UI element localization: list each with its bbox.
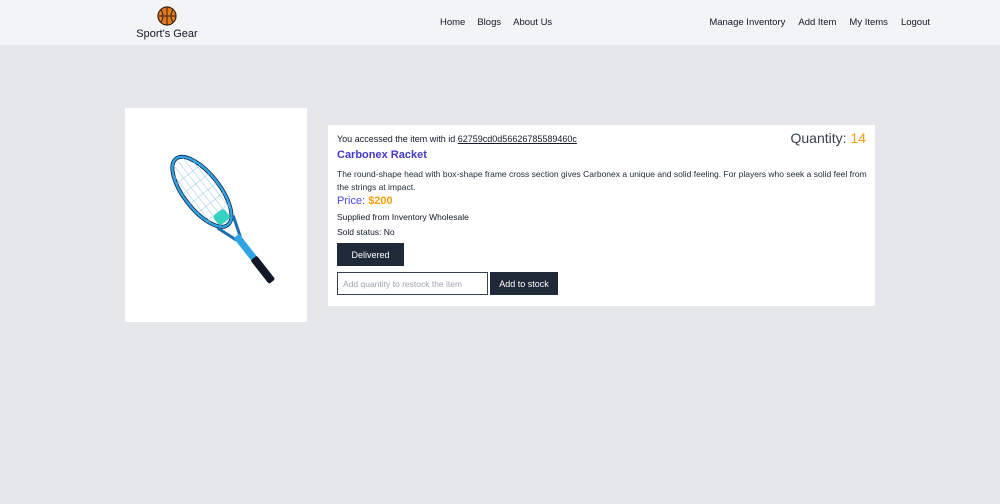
delivered-button[interactable]: Delivered bbox=[337, 243, 404, 266]
nav-link-logout[interactable]: Logout bbox=[901, 17, 930, 28]
nav-center-links: Home Blogs About Us bbox=[440, 0, 564, 45]
nav-link-blogs[interactable]: Blogs bbox=[477, 17, 501, 28]
nav-right-links: Manage Inventory Add Item My Items Logou… bbox=[696, 0, 930, 45]
item-id-link[interactable]: 62759cd0d56626785589460c bbox=[458, 134, 577, 144]
nav-link-add-item[interactable]: Add Item bbox=[798, 17, 836, 28]
tennis-racket-image bbox=[170, 154, 275, 284]
basketball-icon bbox=[157, 6, 177, 26]
access-prefix-text: You accessed the item with id bbox=[337, 134, 456, 144]
price-value: $200 bbox=[368, 195, 393, 207]
item-image-card bbox=[125, 108, 307, 322]
nav-link-manage-inventory[interactable]: Manage Inventory bbox=[709, 17, 785, 28]
brand-name: Sport's Gear bbox=[136, 28, 198, 40]
item-description: The round-shape head with box-shape fram… bbox=[337, 169, 867, 192]
quantity-display: Quantity: 14 bbox=[791, 130, 867, 146]
price-label: Price: bbox=[337, 195, 366, 207]
supplier-text: Supplied from Inventory Wholesale bbox=[337, 212, 469, 222]
quantity-value: 14 bbox=[850, 130, 866, 146]
brand-link[interactable]: Sport's Gear bbox=[130, 4, 204, 42]
sold-status-text: Sold status: No bbox=[337, 227, 395, 237]
restock-quantity-input[interactable] bbox=[337, 272, 488, 295]
item-title: Carbonex Racket bbox=[337, 149, 427, 161]
item-access-line: You accessed the item with id 62759cd0d5… bbox=[337, 134, 577, 144]
nav-link-my-items[interactable]: My Items bbox=[849, 17, 888, 28]
price-line: Price: $200 bbox=[337, 195, 393, 207]
nav-link-home[interactable]: Home bbox=[440, 17, 465, 28]
add-to-stock-button[interactable]: Add to stock bbox=[490, 272, 558, 295]
nav-link-about-us[interactable]: About Us bbox=[513, 17, 552, 28]
quantity-label: Quantity: bbox=[790, 130, 847, 146]
navbar: Sport's Gear Home Blogs About Us Manage … bbox=[0, 0, 1000, 45]
item-details-card: You accessed the item with id 62759cd0d5… bbox=[328, 125, 875, 306]
